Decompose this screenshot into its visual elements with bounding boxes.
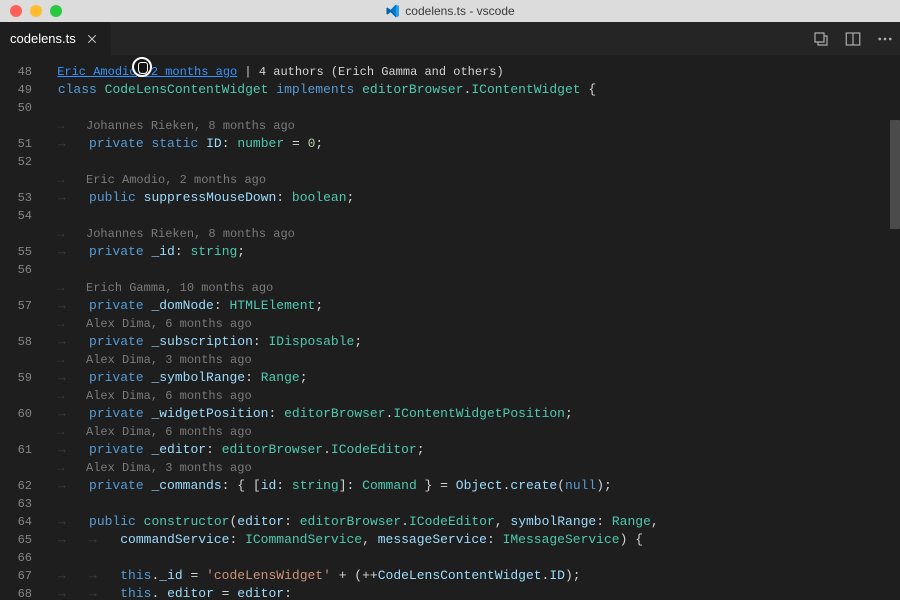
codelens-author-link[interactable]: Eric Amodio, 2 months ago [57, 65, 237, 79]
blame-annotation: → Johannes Rieken, 8 months ago [50, 117, 900, 135]
line-number: 48 [0, 63, 50, 81]
zoom-window-button[interactable] [50, 5, 62, 17]
editor-toolbar [812, 22, 894, 55]
blame-annotation: → Alex Dima, 6 months ago [50, 423, 900, 441]
code-line: → → this. editor = editor: [50, 585, 900, 600]
close-icon [86, 33, 98, 45]
line-number: 64 [0, 513, 50, 531]
line-number: 58 [0, 333, 50, 351]
line-number: 59 [0, 369, 50, 387]
code-line: → public suppressMouseDown: boolean; [50, 189, 900, 207]
code-line [50, 207, 900, 225]
line-number [0, 279, 50, 297]
codelens-authors: Eric Amodio, 2 months ago | 4 authors (E… [50, 63, 900, 81]
code-content[interactable]: Eric Amodio, 2 months ago | 4 authors (E… [50, 55, 900, 600]
code-line [50, 99, 900, 117]
line-number: 63 [0, 495, 50, 513]
line-number: 65 [0, 531, 50, 549]
line-number [0, 423, 50, 441]
minimize-window-button[interactable] [30, 5, 42, 17]
code-line: → → commandService: ICommandService, mes… [50, 531, 900, 549]
vertical-scrollbar[interactable] [888, 55, 900, 600]
line-number: 50 [0, 99, 50, 117]
codelens-author-suffix: | 4 authors (Erich Gamma and others) [237, 65, 503, 79]
line-number [0, 117, 50, 135]
code-line [50, 495, 900, 513]
line-number [0, 459, 50, 477]
line-number [0, 387, 50, 405]
code-line: → private static ID: number = 0; [50, 135, 900, 153]
line-number: 60 [0, 405, 50, 423]
line-number: 62 [0, 477, 50, 495]
code-line: → private _symbolRange: Range; [50, 369, 900, 387]
code-line: → private _commands: { [id: string]: Com… [50, 477, 900, 495]
blame-annotation: → Eric Amodio, 2 months ago [50, 171, 900, 189]
more-actions-icon[interactable] [876, 30, 894, 48]
line-number: 66 [0, 549, 50, 567]
line-number: 56 [0, 261, 50, 279]
line-number: 68 [0, 585, 50, 600]
close-tab-button[interactable] [84, 31, 100, 47]
tab-codelens[interactable]: codelens.ts [0, 22, 111, 55]
code-line [50, 153, 900, 171]
tab-label: codelens.ts [10, 31, 76, 46]
line-number [0, 351, 50, 369]
code-line: → private _editor: editorBrowser.ICodeEd… [50, 441, 900, 459]
blame-annotation: → Alex Dima, 6 months ago [50, 315, 900, 333]
line-number: 54 [0, 207, 50, 225]
line-number: 57 [0, 297, 50, 315]
code-line: → private _subscription: IDisposable; [50, 333, 900, 351]
code-line [50, 261, 900, 279]
line-number [0, 225, 50, 243]
traffic-lights [0, 5, 62, 17]
blame-annotation: → Johannes Rieken, 8 months ago [50, 225, 900, 243]
blame-annotation: → Alex Dima, 3 months ago [50, 459, 900, 477]
scrollbar-thumb[interactable] [890, 120, 900, 229]
code-line: → public constructor(editor: editorBrows… [50, 513, 900, 531]
code-line [50, 549, 900, 567]
tab-bar: codelens.ts [0, 22, 900, 55]
line-number-gutter: 4849505152535455565758596061626364656667… [0, 55, 50, 600]
line-number [0, 171, 50, 189]
line-number: 55 [0, 243, 50, 261]
line-number: 49 [0, 81, 50, 99]
code-line: → private _id: string; [50, 243, 900, 261]
close-window-button[interactable] [10, 5, 22, 17]
code-line: class CodeLensContentWidget implements e… [50, 81, 900, 99]
line-number: 52 [0, 153, 50, 171]
line-number: 53 [0, 189, 50, 207]
blame-annotation: → Alex Dima, 3 months ago [50, 351, 900, 369]
vscode-icon [385, 4, 399, 18]
blame-annotation: → Alex Dima, 6 months ago [50, 387, 900, 405]
line-number: 61 [0, 441, 50, 459]
macos-titlebar: codelens.ts - vscode [0, 0, 900, 22]
blame-annotation: → Erich Gamma, 10 months ago [50, 279, 900, 297]
line-number: 51 [0, 135, 50, 153]
code-line: → private _widgetPosition: editorBrowser… [50, 405, 900, 423]
line-number: 67 [0, 567, 50, 585]
code-line: → → this._id = 'codeLensWidget' + (++Cod… [50, 567, 900, 585]
window-title-text: codelens.ts - vscode [405, 4, 514, 18]
open-changes-icon[interactable] [812, 30, 830, 48]
window-title: codelens.ts - vscode [385, 4, 514, 18]
line-number [0, 315, 50, 333]
editor-area[interactable]: 4849505152535455565758596061626364656667… [0, 55, 900, 600]
code-line: → private _domNode: HTMLElement; [50, 297, 900, 315]
split-editor-icon[interactable] [844, 30, 862, 48]
